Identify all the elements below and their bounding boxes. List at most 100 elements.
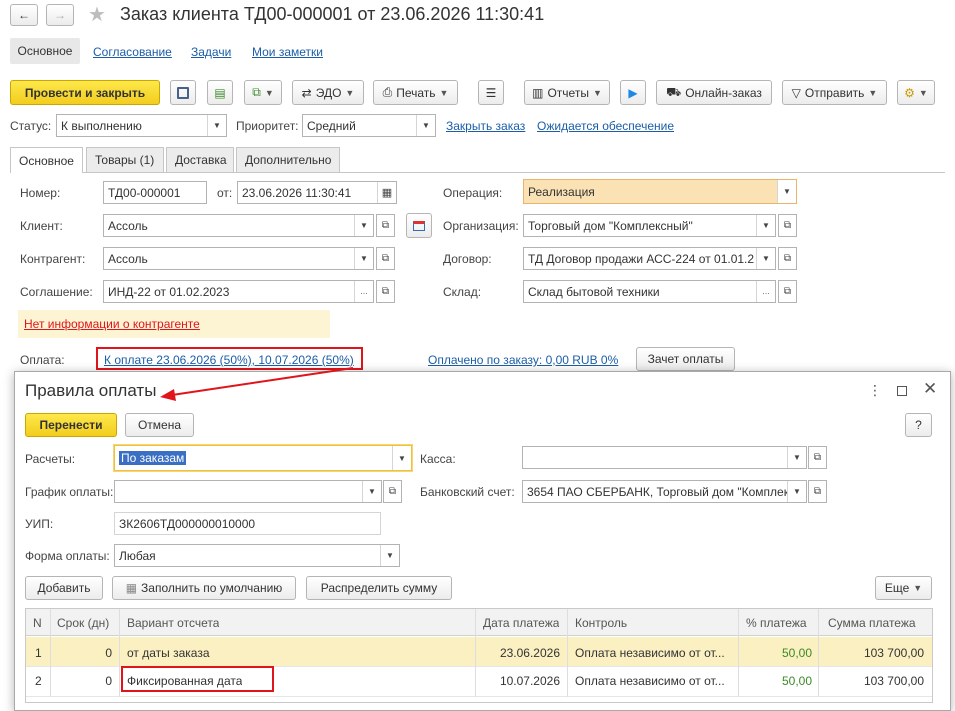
payment-form-label: Форма оплаты:	[25, 549, 110, 563]
client-field[interactable]: Ассоль ▼	[103, 214, 374, 237]
open-icon: ⧉	[813, 486, 822, 497]
no-counterparty-info-link[interactable]: Нет информации о контрагенте	[24, 317, 200, 331]
tab-additional[interactable]: Дополнительно	[236, 147, 340, 172]
chevron-down-icon[interactable]: ▼	[354, 215, 373, 236]
help-button[interactable]: ?	[905, 413, 932, 437]
calendar-icon[interactable]: ▦	[377, 182, 396, 203]
client-card-button[interactable]	[406, 213, 432, 238]
cell-days: 0	[105, 674, 112, 688]
tab-delivery[interactable]: Доставка	[166, 147, 234, 172]
forward-button[interactable]: →	[46, 4, 74, 26]
col-header-days[interactable]: Срок (дн)	[57, 616, 109, 630]
cash-field[interactable]: ▼	[522, 446, 807, 469]
maximize-icon[interactable]	[897, 386, 907, 396]
open-warehouse-button[interactable]: ⧉	[778, 280, 797, 303]
close-icon[interactable]: ✕	[923, 379, 937, 399]
open-agreement-button[interactable]: ⧉	[376, 280, 395, 303]
close-order-link[interactable]: Закрыть заказ	[446, 119, 525, 133]
col-header-variant[interactable]: Вариант отсчета	[127, 616, 219, 630]
chevron-down-icon[interactable]: ▼	[380, 545, 399, 566]
operation-field[interactable]: Реализация ▼	[523, 179, 797, 204]
back-button[interactable]: ←	[10, 4, 38, 26]
printer-icon: ⎙	[382, 85, 393, 99]
create-based-button[interactable]: ⧉ ▼	[244, 80, 282, 105]
chevron-down-icon[interactable]: ▼	[777, 180, 796, 203]
post-close-button[interactable]: Провести и закрыть	[10, 80, 160, 105]
col-header-date[interactable]: Дата платежа	[483, 616, 559, 630]
chevron-down-icon[interactable]: ▼	[756, 248, 775, 269]
open-bank-account-button[interactable]: ⧉	[808, 480, 827, 503]
date-field[interactable]: 23.06.2026 11:30:41 ▦	[237, 181, 397, 204]
paid-by-order-link[interactable]: Оплачено по заказу: 0,00 RUB 0%	[428, 353, 618, 367]
contract-field[interactable]: ТД Договор продажи АСС-224 от 01.01.2 ▼	[523, 247, 776, 270]
open-counterparty-button[interactable]: ⧉	[376, 247, 395, 270]
chevron-down-icon[interactable]: ▼	[362, 481, 381, 502]
warehouse-field[interactable]: Склад бытовой техники …	[523, 280, 776, 303]
cell-date: 23.06.2026	[499, 646, 560, 660]
from-label: от:	[217, 186, 233, 200]
open-cash-button[interactable]: ⧉	[808, 446, 827, 469]
chevron-down-icon[interactable]: ▼	[207, 115, 226, 136]
select-dots-icon[interactable]: …	[756, 281, 775, 302]
uip-field[interactable]: ЗК2606ТД000000010000	[114, 512, 381, 535]
col-header-pct[interactable]: % платежа	[746, 616, 807, 630]
status-field[interactable]: К выполнению ▼	[56, 114, 227, 137]
post-button[interactable]: ▤	[207, 80, 233, 105]
warehouse-label: Склад:	[443, 285, 482, 299]
payment-form-field[interactable]: Любая ▼	[114, 544, 400, 567]
open-schedule-button[interactable]: ⧉	[383, 480, 402, 503]
tab-main[interactable]: Основное	[10, 147, 83, 173]
agreement-field[interactable]: ИНД-22 от 01.02.2023 …	[103, 280, 374, 303]
settlements-field[interactable]: По заказам ▼	[114, 445, 412, 471]
schedule-label: График оплаты:	[25, 485, 114, 499]
counterparty-field[interactable]: Ассоль ▼	[103, 247, 374, 270]
print-button[interactable]: ⎙ Печать ▼	[373, 80, 458, 105]
star-icon[interactable]: ★	[88, 2, 106, 27]
priority-field[interactable]: Средний ▼	[302, 114, 436, 137]
open-icon: ⧉	[381, 253, 390, 264]
select-dots-icon[interactable]: …	[354, 281, 373, 302]
cancel-button[interactable]: Отмена	[125, 413, 194, 437]
reports-button[interactable]: ▥ Отчеты ▼	[524, 80, 610, 105]
chevron-down-icon[interactable]: ▼	[787, 447, 806, 468]
bank-account-field[interactable]: 3654 ПАО СБЕРБАНК, Торговый дом "Комплек…	[522, 480, 807, 503]
supply-link[interactable]: Ожидается обеспечение	[537, 119, 674, 133]
send-button[interactable]: ▽ Отправить ▼	[782, 80, 887, 105]
schedule-field[interactable]: ▼	[114, 480, 382, 503]
chevron-down-icon[interactable]: ▼	[392, 446, 411, 470]
more-vertical-icon[interactable]: ⋮	[868, 382, 882, 399]
chevron-down-icon[interactable]: ▼	[416, 115, 435, 136]
open-icon: ⧉	[783, 220, 792, 231]
number-field[interactable]: ТД00-000001	[103, 181, 207, 204]
share-button[interactable]: ▶	[620, 80, 646, 105]
move-button[interactable]: Перенести	[25, 413, 117, 437]
save-button[interactable]	[170, 80, 196, 105]
more-tools-button[interactable]: ⚙ ▼	[897, 80, 935, 105]
chevron-down-icon[interactable]: ▼	[756, 215, 775, 236]
edo-icon: ⇄	[301, 85, 312, 100]
open-client-button[interactable]: ⧉	[376, 214, 395, 237]
org-field[interactable]: Торговый дом "Комплексный" ▼	[523, 214, 776, 237]
more-button[interactable]: Еще ▼	[875, 576, 932, 600]
list-button[interactable]: ☰	[478, 80, 504, 105]
cell-control: Оплата независимо от от...	[575, 646, 725, 660]
nav-tasks[interactable]: Задачи	[191, 45, 231, 59]
col-header-control[interactable]: Контроль	[575, 616, 627, 630]
chevron-down-icon[interactable]: ▼	[354, 248, 373, 269]
fill-default-button[interactable]: ▦ Заполнить по умолчанию	[112, 576, 296, 600]
edo-button[interactable]: ⇄ ЭДО ▼	[292, 80, 364, 105]
number-label: Номер:	[20, 186, 61, 200]
nav-notes[interactable]: Мои заметки	[252, 45, 323, 59]
add-row-button[interactable]: Добавить	[25, 576, 103, 600]
col-header-sum[interactable]: Сумма платежа	[828, 616, 916, 630]
open-org-button[interactable]: ⧉	[778, 214, 797, 237]
distribute-sum-button[interactable]: Распределить сумму	[306, 576, 452, 600]
chevron-down-icon[interactable]: ▼	[787, 481, 806, 502]
online-order-button[interactable]: ⛟ Онлайн-заказ	[656, 80, 772, 105]
col-header-n[interactable]: N	[33, 616, 42, 630]
offset-payment-button[interactable]: Зачет оплаты	[636, 347, 735, 371]
nav-approval[interactable]: Согласование	[93, 45, 172, 59]
nav-main[interactable]: Основное	[10, 38, 80, 64]
open-contract-button[interactable]: ⧉	[778, 247, 797, 270]
tab-goods[interactable]: Товары (1)	[86, 147, 164, 172]
